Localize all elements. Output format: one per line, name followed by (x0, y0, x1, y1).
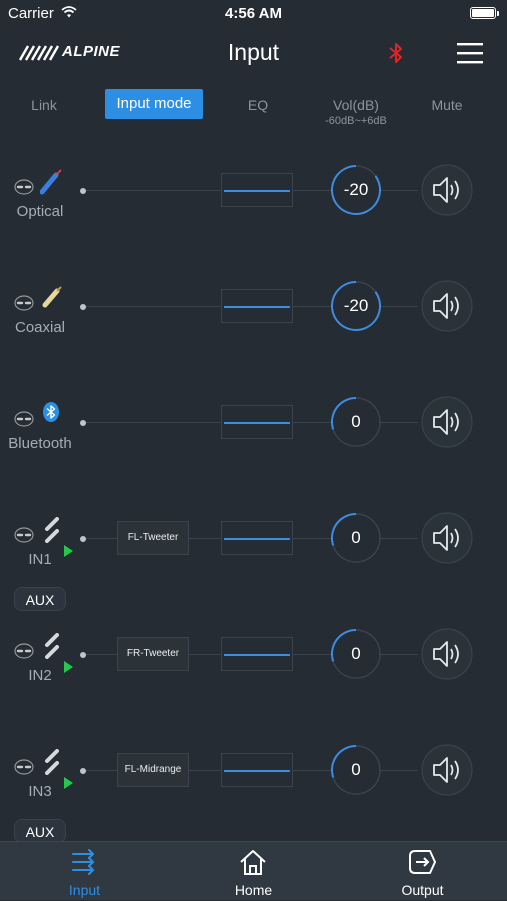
bluetooth-status-icon[interactable] (388, 42, 404, 64)
route-dot (80, 420, 86, 426)
volume-value: -20 (343, 180, 369, 199)
volume-value: 0 (351, 644, 361, 663)
input-mode-button[interactable]: Input mode (105, 89, 203, 119)
battery-icon (470, 7, 499, 19)
channel-row-in2: IN2 FR-Tweeter 0 (0, 625, 507, 741)
volume-header: Vol(dB) -60dB~+6dB (318, 97, 394, 127)
speaker-mute-button[interactable] (421, 164, 473, 216)
speaker-mute-button[interactable] (421, 628, 473, 680)
channel-name: IN2 (28, 667, 52, 684)
optical-cable-icon (40, 169, 62, 195)
volume-value: 0 (351, 760, 361, 779)
channel-row-coaxial: Coaxial -20 (0, 277, 507, 393)
tab-label: Output (401, 882, 444, 898)
input-sliders-icon (72, 849, 95, 875)
menu-icon[interactable] (457, 42, 483, 64)
channel-name: Coaxial (14, 319, 66, 336)
route-dot (80, 768, 86, 774)
status-time: 4:56 AM (225, 5, 282, 22)
eq-graph-button[interactable] (221, 753, 293, 787)
bottom-tab-bar: Input Home Output (0, 841, 507, 900)
volume-value: 0 (351, 528, 361, 547)
link-icon[interactable] (14, 527, 34, 543)
volume-value: 0 (351, 412, 361, 431)
channel-row-bluetooth: Bluetooth 0 (0, 393, 507, 509)
link-icon[interactable] (14, 179, 34, 195)
output-route-button[interactable]: FL-Midrange (117, 753, 189, 787)
route-dot (80, 304, 86, 310)
link-icon[interactable] (14, 295, 34, 311)
channel-name: IN1 (28, 551, 52, 568)
eq-header: EQ (247, 97, 269, 113)
bluetooth-icon (43, 402, 59, 422)
output-route-button[interactable]: FL-Tweeter (117, 521, 189, 555)
link-icon[interactable] (14, 759, 34, 775)
channel-row-in1: IN1 FL-Tweeter 0 (0, 509, 507, 625)
route-dot (80, 188, 86, 194)
eq-graph-button[interactable] (221, 521, 293, 555)
volume-value: -20 (343, 296, 369, 315)
nav-bar: ALPINE Input (0, 28, 507, 78)
coaxial-cable-icon (42, 286, 62, 308)
volume-range-label: -60dB~+6dB (325, 115, 387, 127)
column-headers: Link Input mode EQ Vol(dB) -60dB~+6dB Mu… (0, 86, 507, 130)
eq-graph-button[interactable] (221, 405, 293, 439)
channel-row-in3: IN3 FL-Midrange 0 (0, 741, 507, 857)
page-title: Input (227, 39, 280, 65)
tab-input[interactable]: Input (0, 842, 169, 901)
status-bar: Carrier 4:56 AM (0, 0, 507, 28)
link-icon[interactable] (14, 411, 34, 427)
speaker-mute-button[interactable] (421, 280, 473, 332)
speaker-mute-button[interactable] (421, 396, 473, 448)
link-icon[interactable] (14, 643, 34, 659)
channel-name: IN3 (28, 783, 52, 800)
channel-name: Optical (16, 203, 64, 220)
home-icon (240, 850, 266, 875)
route-dot (80, 652, 86, 658)
volume-header-label: Vol(dB) (333, 97, 379, 113)
aux-tag[interactable]: AUX (14, 587, 66, 611)
aux-tag[interactable]: AUX (14, 819, 66, 843)
eq-graph-button[interactable] (221, 637, 293, 671)
output-icon (409, 850, 436, 874)
link-header: Link (31, 97, 57, 113)
eq-graph-button[interactable] (221, 173, 293, 207)
eq-graph-button[interactable] (221, 289, 293, 323)
speaker-mute-button[interactable] (421, 512, 473, 564)
rca-cable-icon (45, 633, 59, 659)
channel-row-optical: Optical -20 (0, 161, 507, 277)
route-dot (80, 536, 86, 542)
mute-header: Mute (431, 97, 463, 113)
output-route-button[interactable]: FR-Tweeter (117, 637, 189, 671)
tab-label: Input (68, 882, 101, 898)
rca-cable-icon (45, 517, 59, 543)
channel-name: Bluetooth (8, 435, 72, 452)
rca-cable-icon (45, 749, 59, 775)
tab-output[interactable]: Output (338, 842, 507, 901)
tab-home[interactable]: Home (169, 842, 338, 901)
tab-label: Home (234, 882, 273, 898)
speaker-mute-button[interactable] (421, 744, 473, 796)
